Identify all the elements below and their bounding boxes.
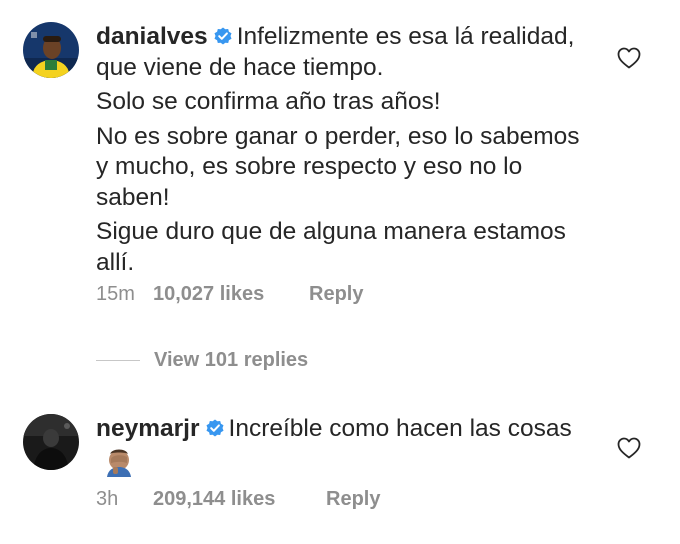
comment-body: neymarjr Increíble como hacen las cosas [96, 414, 596, 479]
comment-text: danialves Infelizmente es esa lá realidad… [96, 22, 596, 278]
avatar[interactable] [23, 22, 79, 78]
reply-button[interactable]: Reply [309, 283, 363, 306]
facepalm-emoji-icon [107, 449, 131, 477]
username[interactable]: danialves [96, 23, 208, 50]
comment-meta: 15m 10,027 likes Reply [96, 283, 363, 306]
comment-meta: 3h 209,144 likes Reply [96, 488, 380, 511]
comment-text: neymarjr Increíble como hacen las cosas [96, 414, 596, 479]
verified-badge-icon [214, 27, 232, 45]
view-replies-label[interactable]: View 101 replies [154, 349, 308, 372]
avatar[interactable] [23, 414, 79, 470]
verified-badge-icon [206, 419, 224, 437]
likes-count[interactable]: 209,144 likes [153, 488, 326, 511]
comment-paragraph-text: Increíble como hacen las cosas [228, 415, 572, 442]
dark-photo-avatar-icon [23, 414, 79, 470]
comment-body: danialves Infelizmente es esa lá realidad… [96, 22, 596, 278]
comment-paragraph-3: No es sobre ganar o perder, eso lo sabem… [96, 122, 580, 211]
soccer-player-avatar-icon [23, 22, 79, 78]
view-replies-toggle[interactable]: View 101 replies [96, 346, 308, 374]
username[interactable]: neymarjr [96, 415, 200, 442]
like-heart-icon[interactable] [617, 437, 641, 459]
reply-button[interactable]: Reply [326, 488, 380, 511]
comment-paragraph-1: neymarjr Increíble como hacen las cosas [96, 414, 596, 479]
like-heart-icon[interactable] [617, 47, 641, 69]
comment-paragraph-4: Sigue duro que de alguna manera estamos … [96, 218, 566, 276]
comment-paragraph-1: danialves Infelizmente es esa lá realidad… [96, 22, 596, 83]
comment-time[interactable]: 15m [96, 283, 153, 306]
replies-divider [96, 359, 140, 361]
likes-count[interactable]: 10,027 likes [153, 283, 309, 306]
comment-paragraph-2: Solo se confirma año tras años! [96, 88, 441, 115]
comment-time[interactable]: 3h [96, 488, 153, 511]
